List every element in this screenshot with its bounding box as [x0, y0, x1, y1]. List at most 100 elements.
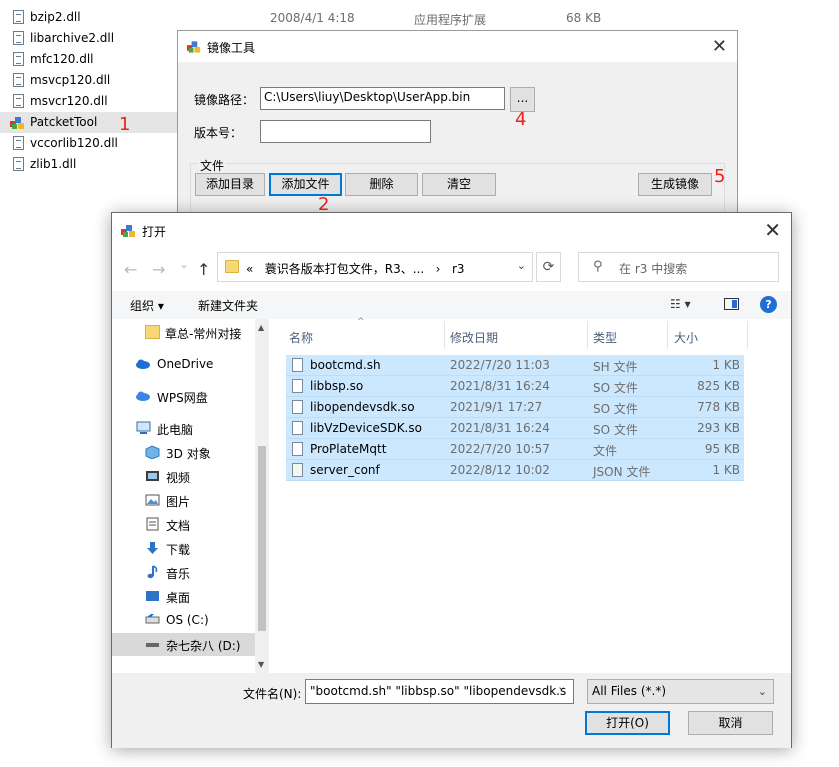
scrollbar-thumb[interactable] [258, 446, 266, 631]
column-separator[interactable] [587, 321, 588, 349]
tree-item-label: 3D 对象 [166, 447, 211, 461]
cloud-icon [136, 359, 150, 369]
add-directory-button[interactable]: 添加目录 [195, 173, 265, 196]
bg-file-row[interactable]: mfc120.dll [0, 49, 180, 70]
search-box[interactable]: ⚲ 在 r3 中搜索 [578, 252, 779, 282]
column-separator[interactable] [444, 321, 445, 349]
file-list: 名称 ^ 修改日期 类型 大小 bootcmd.sh 2022/7/20 11:… [269, 317, 791, 673]
file-row[interactable]: ProPlateMqtt 2022/7/20 10:57 文件 95 KB [286, 439, 744, 460]
close-icon[interactable]: ✕ [764, 218, 781, 242]
tree-item[interactable]: 下载 [112, 537, 255, 560]
version-input[interactable] [260, 120, 431, 143]
mirror-tool-window: 镜像工具 ✕ 镜像路径： C:\Users\liuy\Desktop\UserA… [177, 30, 738, 223]
tree-item[interactable]: 3D 对象 [112, 441, 255, 464]
generate-image-button[interactable]: 生成镜像 [638, 173, 712, 196]
refresh-icon[interactable]: ⟳ [536, 252, 561, 282]
scroll-down-icon[interactable]: ▼ [258, 660, 264, 669]
dialog-titlebar: 打开 ✕ [112, 213, 791, 247]
column-separator[interactable] [667, 321, 668, 349]
tree-item-label: 章总-常州对接 [165, 327, 242, 341]
tree-item[interactable]: 音乐 [112, 561, 255, 584]
tree-item[interactable]: 章总-常州对接 [112, 321, 255, 344]
json-file-icon [292, 463, 303, 477]
tree-item-label: 下载 [166, 543, 191, 557]
bg-file-row[interactable]: zlib1.dll [0, 154, 180, 175]
preview-pane-icon[interactable] [724, 298, 739, 310]
bg-file-row[interactable]: bzip2.dll [0, 7, 180, 28]
bg-file-row[interactable]: vccorlib120.dll [0, 133, 180, 154]
file-icon [13, 157, 24, 171]
column-separator[interactable] [747, 321, 748, 349]
add-file-button[interactable]: 添加文件 [269, 173, 342, 196]
bg-file-row[interactable]: libarchive2.dll [0, 28, 180, 49]
recent-dropdown-icon[interactable]: ⌄ [179, 257, 189, 271]
file-row[interactable]: libVzDeviceSDK.so 2021/8/31 16:24 SO 文件 … [286, 418, 744, 439]
filetype-select[interactable]: All Files (*.*) ⌄ [587, 679, 774, 704]
filename-input[interactable]: "bootcmd.sh" "libbsp.so" "libopendevsdk.… [305, 679, 574, 704]
bg-file-row[interactable]: msvcp120.dll [0, 70, 180, 91]
chevron-down-icon: ⌄ [757, 685, 767, 698]
chevron-down-icon[interactable]: ⌄ [557, 680, 566, 693]
bg-file-row[interactable]: msvcr120.dll [0, 91, 180, 112]
breadcrumb-overflow[interactable]: « [246, 262, 253, 276]
tree-item[interactable]: 图片 [112, 489, 255, 512]
chevron-down-icon[interactable]: ⌄ [517, 259, 526, 272]
file-modified: 2022/8/12 10:02 [450, 463, 550, 477]
clear-button[interactable]: 清空 [422, 173, 496, 196]
organize-menu[interactable]: 组织 ▾ [130, 297, 164, 314]
computer-icon [136, 421, 151, 434]
breadcrumb-item-current[interactable]: r3 [452, 262, 465, 276]
cancel-button[interactable]: 取消 [688, 711, 773, 735]
tree-item-label: 图片 [166, 495, 191, 509]
tree-item[interactable]: WPS网盘 [112, 385, 255, 408]
file-icon [292, 379, 303, 393]
breadcrumb-separator: › [435, 262, 441, 276]
file-size: 1 KB [712, 358, 740, 372]
bg-file-row-selected[interactable]: PatcketTool [0, 112, 180, 133]
tree-item[interactable]: 桌面 [112, 585, 255, 608]
new-folder-button[interactable]: 新建文件夹 [198, 297, 258, 314]
file-size: 825 KB [697, 379, 740, 393]
bg-type: 应用程序扩展 [414, 13, 487, 27]
tree-item[interactable]: 视频 [112, 465, 255, 488]
download-icon [147, 542, 158, 554]
bg-file-name: libarchive2.dll [30, 31, 115, 45]
bg-file-name: PatcketTool [30, 115, 98, 129]
file-type: SH 文件 [593, 360, 638, 374]
file-icon [13, 73, 24, 87]
file-row[interactable]: bootcmd.sh 2022/7/20 11:03 SH 文件 1 KB [286, 355, 744, 376]
file-type: SO 文件 [593, 423, 638, 437]
column-header-type[interactable]: 类型 [593, 329, 617, 346]
delete-button[interactable]: 删除 [345, 173, 418, 196]
tree-item[interactable]: OneDrive [112, 353, 255, 376]
file-row[interactable]: libbsp.so 2021/8/31 16:24 SO 文件 825 KB [286, 376, 744, 397]
forward-arrow-icon[interactable]: → [152, 260, 165, 279]
file-modified: 2022/7/20 10:57 [450, 442, 550, 456]
filename-label: 文件名(N): [243, 687, 302, 701]
tree-item[interactable]: 此电脑 [112, 417, 255, 440]
column-header-size[interactable]: 大小 [674, 329, 698, 346]
file-icon [13, 10, 24, 24]
up-arrow-icon[interactable]: ↑ [197, 260, 210, 279]
file-size: 778 KB [697, 400, 740, 414]
path-input[interactable]: C:\Users\liuy\Desktop\UserApp.bin [260, 87, 505, 110]
open-button[interactable]: 打开(O) [585, 711, 670, 735]
column-header-modified[interactable]: 修改日期 [450, 329, 498, 346]
tree-item-selected[interactable]: 杂七杂八 (D:) [112, 633, 255, 656]
help-icon[interactable]: ? [760, 296, 777, 313]
tree-item-label: WPS网盘 [157, 391, 208, 405]
back-arrow-icon[interactable]: ← [124, 260, 137, 279]
tree-item[interactable]: OS (C:) [112, 609, 255, 632]
file-row[interactable]: libopendevsdk.so 2021/9/1 17:27 SO 文件 77… [286, 397, 744, 418]
search-icon: ⚲ [593, 259, 603, 274]
column-header-name[interactable]: 名称 [289, 329, 313, 346]
scroll-up-icon[interactable]: ▲ [258, 323, 264, 332]
view-options-icon[interactable]: ☷ ▾ [670, 297, 691, 311]
navigation-scrollbar[interactable]: ▲ ▼ [255, 319, 269, 673]
tree-item[interactable]: 文档 [112, 513, 255, 536]
address-bar[interactable]: « 蓑识各版本打包文件，R3、... › r3 ⌄ [217, 252, 533, 282]
file-row[interactable]: server_conf 2022/8/12 10:02 JSON 文件 1 KB [286, 460, 744, 481]
breadcrumb-item[interactable]: 蓑识各版本打包文件，R3、... [265, 262, 424, 276]
file-name: ProPlateMqtt [310, 442, 387, 456]
close-icon[interactable]: ✕ [712, 36, 727, 57]
